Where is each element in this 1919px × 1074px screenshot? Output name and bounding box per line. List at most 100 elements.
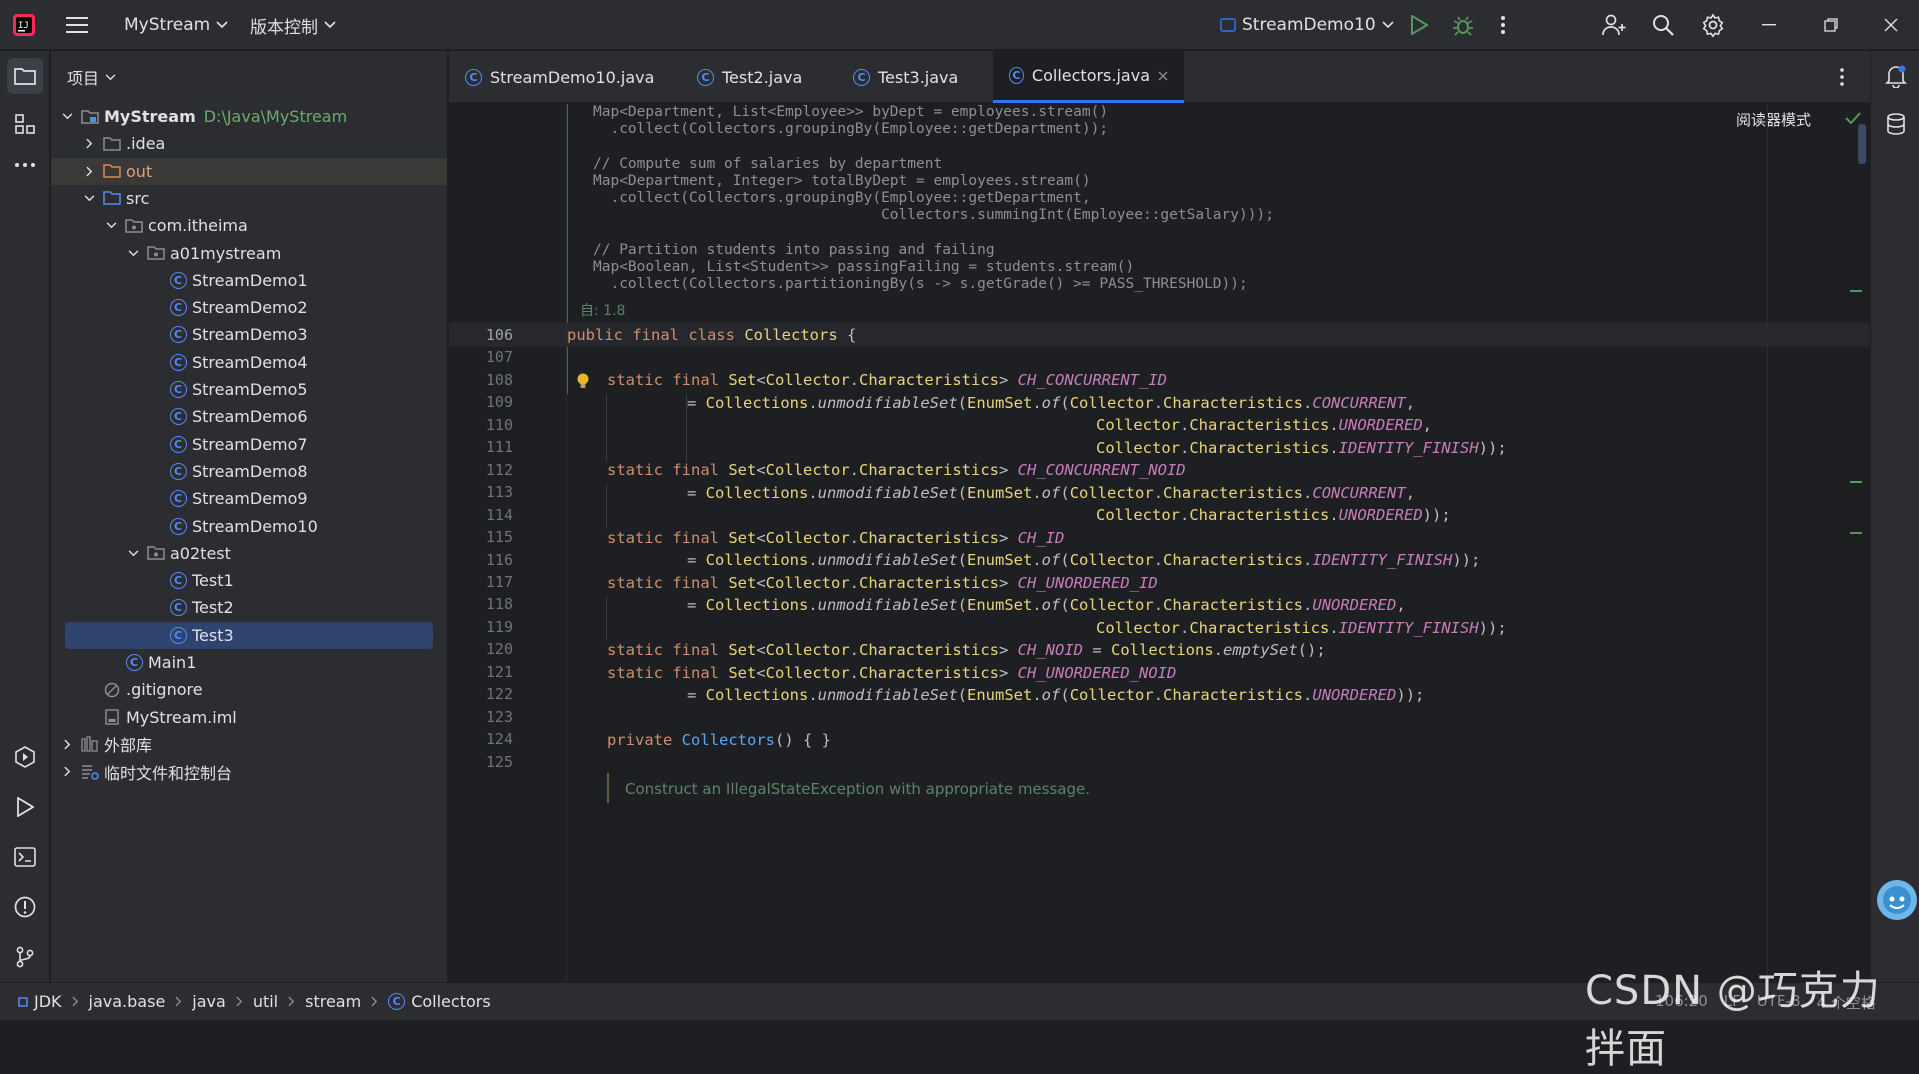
tree-item-streamdemo5[interactable]: C StreamDemo5 xyxy=(51,376,447,403)
main-menu-icon[interactable] xyxy=(66,0,88,50)
reader-mode-toggle[interactable]: 阅读器模式 xyxy=(1736,109,1811,130)
chevron-down-icon[interactable] xyxy=(125,245,141,261)
database-icon[interactable] xyxy=(1878,106,1914,142)
line-number[interactable]: 122 xyxy=(453,685,513,703)
line-number[interactable]: 113 xyxy=(453,483,513,501)
code-line-121[interactable]: static final Set<Collector.Characteristi… xyxy=(607,664,1176,682)
assistant-chat-icon[interactable] xyxy=(1871,876,1919,924)
breadcrumb-item[interactable]: stream xyxy=(305,992,361,1011)
debug-icon[interactable] xyxy=(1452,0,1474,50)
git-tool-icon[interactable] xyxy=(7,939,43,975)
tree-item-streamdemo6[interactable]: C StreamDemo6 xyxy=(51,403,447,430)
editor-scrollbar-thumb[interactable] xyxy=(1858,124,1866,164)
code-line-118[interactable]: = Collections.unmodifiableSet(EnumSet.of… xyxy=(687,596,1406,614)
line-number[interactable]: 125 xyxy=(453,753,513,771)
code-line-119[interactable]: Collector.Characteristics.IDENTITY_FINIS… xyxy=(1096,619,1507,637)
tree-item-src[interactable]: src xyxy=(51,185,447,212)
app-logo-icon[interactable]: IJ xyxy=(12,0,36,50)
tab-collectors[interactable]: C Collectors.java xyxy=(993,51,1184,103)
more-actions-icon[interactable] xyxy=(1500,0,1506,50)
line-number[interactable]: 124 xyxy=(453,730,513,748)
chevron-right-icon[interactable] xyxy=(59,764,75,780)
add-user-icon[interactable] xyxy=(1602,0,1626,50)
code-line-122[interactable]: = Collections.unmodifiableSet(EnumSet.of… xyxy=(687,686,1424,704)
line-number[interactable]: 108 xyxy=(453,371,513,389)
line-number[interactable]: 111 xyxy=(453,438,513,456)
run-tool-icon[interactable] xyxy=(7,789,43,825)
terminal-tool-icon[interactable] xyxy=(7,839,43,875)
tree-item-test2[interactable]: C Test2 xyxy=(51,594,447,621)
settings-gear-icon[interactable] xyxy=(1701,0,1725,50)
code-line-115[interactable]: static final Set<Collector.Characteristi… xyxy=(607,529,1064,547)
chevron-down-icon[interactable] xyxy=(81,190,97,206)
vcs-menu[interactable]: 版本控制 xyxy=(250,0,336,50)
breadcrumb-item[interactable]: java xyxy=(192,992,226,1011)
run-config-selector[interactable]: StreamDemo10 xyxy=(1220,0,1394,50)
line-number[interactable]: 115 xyxy=(453,528,513,546)
tree-item-mystream[interactable]: MyStream D:\Java\MyStream xyxy=(51,103,447,130)
project-tool-icon[interactable] xyxy=(7,58,43,94)
chevron-down-icon[interactable] xyxy=(103,218,119,234)
tree-item-streamdemo8[interactable]: C StreamDemo8 xyxy=(51,458,447,485)
chevron-down-icon[interactable] xyxy=(125,545,141,561)
line-number[interactable]: 114 xyxy=(453,506,513,524)
tree-item-main1[interactable]: C Main1 xyxy=(51,649,447,676)
line-number[interactable]: 112 xyxy=(453,461,513,479)
tree-item-streamdemo4[interactable]: C StreamDemo4 xyxy=(51,349,447,376)
line-number[interactable]: 107 xyxy=(453,348,513,366)
tree-item-test1[interactable]: C Test1 xyxy=(51,567,447,594)
code-line-108[interactable]: static final Set<Collector.Characteristi… xyxy=(607,371,1167,389)
line-number[interactable]: 120 xyxy=(453,640,513,658)
line-number[interactable]: 106 xyxy=(453,326,513,344)
code-line-112[interactable]: static final Set<Collector.Characteristi… xyxy=(607,461,1186,479)
tree-item-streamdemo10[interactable]: C StreamDemo10 xyxy=(51,513,447,540)
tree-item-[interactable]: 临时文件和控制台 xyxy=(51,758,447,785)
code-line-110[interactable]: Collector.Characteristics.UNORDERED, xyxy=(1096,416,1432,434)
code-line-111[interactable]: Collector.Characteristics.IDENTITY_FINIS… xyxy=(1096,439,1507,457)
minimize-window-icon[interactable] xyxy=(1762,0,1776,50)
breadcrumb-item[interactable]: util xyxy=(253,992,278,1011)
structure-tool-icon[interactable] xyxy=(7,106,43,142)
tree-item-streamdemo9[interactable]: C StreamDemo9 xyxy=(51,485,447,512)
code-line-113[interactable]: = Collections.unmodifiableSet(EnumSet.of… xyxy=(687,484,1415,502)
tree-item-streamdemo2[interactable]: C StreamDemo2 xyxy=(51,294,447,321)
code-line-116[interactable]: = Collections.unmodifiableSet(EnumSet.of… xyxy=(687,551,1480,569)
line-number[interactable]: 118 xyxy=(453,595,513,613)
project-panel-header[interactable]: 项目 xyxy=(51,51,447,103)
tree-item-com-itheima[interactable]: com.itheima xyxy=(51,212,447,239)
line-number[interactable]: 121 xyxy=(453,663,513,681)
code-line-106[interactable]: public final class Collectors { xyxy=(567,326,856,344)
tree-item-[interactable]: 外部库 xyxy=(51,731,447,758)
tab-test3[interactable]: C Test3.java xyxy=(837,51,993,103)
more-tools-icon[interactable] xyxy=(7,147,43,183)
breadcrumb-item[interactable]: JDK xyxy=(18,992,62,1011)
line-number[interactable]: 119 xyxy=(453,618,513,636)
code-line-120[interactable]: static final Set<Collector.Characteristi… xyxy=(607,641,1326,659)
intention-bulb-icon[interactable] xyxy=(576,372,590,390)
tree-item-test3[interactable]: C Test3 xyxy=(65,621,433,649)
code-line-124[interactable]: private Collectors() { } xyxy=(607,731,831,749)
run-icon[interactable] xyxy=(1410,0,1428,50)
breadcrumb-item[interactable]: java.base xyxy=(89,992,166,1011)
inspection-ok-icon[interactable] xyxy=(1845,112,1861,124)
chevron-right-icon[interactable] xyxy=(59,736,75,752)
close-tab-icon[interactable] xyxy=(1158,71,1168,81)
tab-options-icon[interactable] xyxy=(1839,67,1845,87)
code-line-117[interactable]: static final Set<Collector.Characteristi… xyxy=(607,574,1158,592)
tree-item-streamdemo7[interactable]: C StreamDemo7 xyxy=(51,431,447,458)
project-switcher[interactable]: MyStream xyxy=(124,0,228,50)
services-tool-icon[interactable] xyxy=(7,739,43,775)
tree-item-out[interactable]: out xyxy=(51,157,447,185)
line-number[interactable]: 110 xyxy=(453,416,513,434)
line-number[interactable]: 123 xyxy=(453,708,513,726)
tree-item-streamdemo3[interactable]: C StreamDemo3 xyxy=(51,321,447,348)
tree-item-a02test[interactable]: a02test xyxy=(51,540,447,567)
tree-item-a01mystream[interactable]: a01mystream xyxy=(51,240,447,267)
chevron-right-icon[interactable] xyxy=(81,163,97,179)
tree-item-mystream-iml[interactable]: MyStream.iml xyxy=(51,704,447,731)
problems-tool-icon[interactable] xyxy=(7,889,43,925)
breadcrumb-item[interactable]: C Collectors xyxy=(388,992,491,1011)
search-icon[interactable] xyxy=(1652,0,1674,50)
tree-item-streamdemo1[interactable]: C StreamDemo1 xyxy=(51,267,447,294)
code-editor[interactable]: // Group employees by departmentMap<Depa… xyxy=(449,104,1870,982)
